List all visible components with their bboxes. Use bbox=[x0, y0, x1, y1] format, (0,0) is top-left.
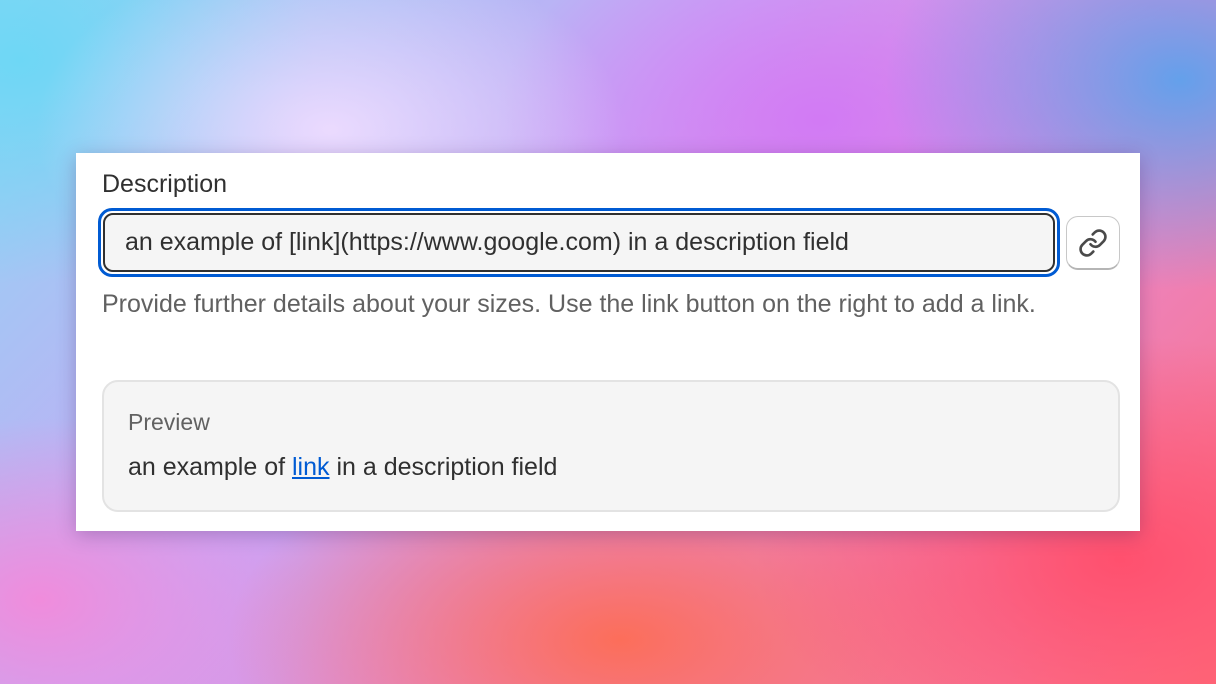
preview-text-after: in a description field bbox=[329, 453, 558, 481]
description-input-focus-ring bbox=[98, 208, 1060, 277]
preview-text-before: an example of bbox=[128, 453, 292, 481]
add-link-button[interactable] bbox=[1066, 216, 1120, 270]
preview-body: an example of link in a description fiel… bbox=[128, 452, 557, 482]
description-input[interactable] bbox=[103, 213, 1055, 272]
description-help-text: Provide further details about your sizes… bbox=[102, 290, 1036, 318]
description-label: Description bbox=[102, 170, 228, 198]
description-card: Description Provide further details abou… bbox=[76, 153, 1140, 531]
preview-panel: Preview an example of link in a descript… bbox=[102, 380, 1120, 512]
preview-title: Preview bbox=[128, 409, 210, 435]
link-icon bbox=[1079, 228, 1107, 257]
preview-link[interactable]: link bbox=[292, 453, 330, 481]
